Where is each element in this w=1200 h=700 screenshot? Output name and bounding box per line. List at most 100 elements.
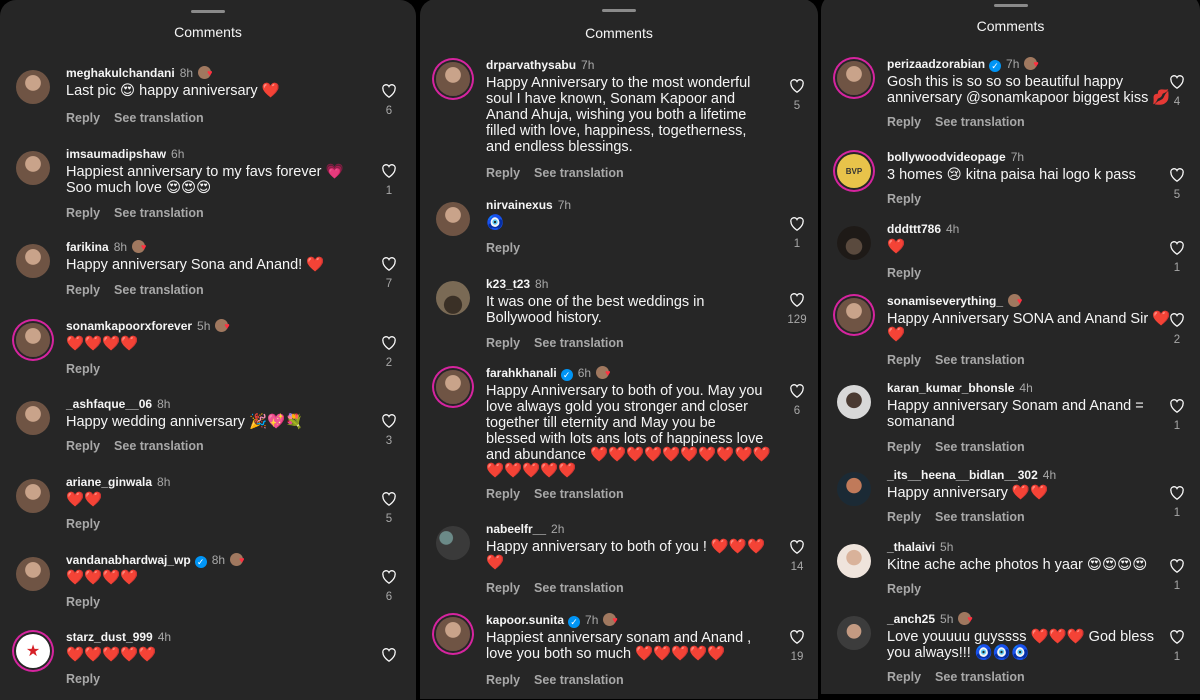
reply-button[interactable]: Reply <box>887 510 921 524</box>
avatar[interactable] <box>16 479 50 513</box>
like-button[interactable]: 1 <box>1165 485 1189 519</box>
avatar[interactable] <box>436 202 470 236</box>
like-button[interactable]: 6 <box>377 569 401 603</box>
see-translation-button[interactable]: See translation <box>114 111 204 125</box>
see-translation-button[interactable]: See translation <box>534 673 624 687</box>
reply-button[interactable]: Reply <box>486 673 520 687</box>
username[interactable]: k23_t23 <box>486 277 530 291</box>
reply-button[interactable]: Reply <box>887 266 921 280</box>
reply-button[interactable]: Reply <box>486 487 520 501</box>
avatar[interactable] <box>837 616 871 650</box>
username[interactable]: _thalaivi <box>887 540 935 554</box>
see-translation-button[interactable]: See translation <box>935 115 1025 129</box>
username[interactable]: farikina <box>66 240 109 254</box>
like-button[interactable]: 14 <box>785 539 809 573</box>
username[interactable]: sonamiseverything_ <box>887 294 1003 308</box>
avatar[interactable] <box>16 401 50 435</box>
reply-button[interactable]: Reply <box>66 283 100 297</box>
avatar[interactable] <box>16 244 50 278</box>
reply-button[interactable]: Reply <box>887 582 921 596</box>
username[interactable]: dddttt786 <box>887 222 941 236</box>
username[interactable]: imsaumadipshaw <box>66 147 166 161</box>
reply-button[interactable]: Reply <box>887 115 921 129</box>
username[interactable]: karan_kumar_bhonsle <box>887 381 1014 395</box>
see-translation-button[interactable]: See translation <box>935 670 1025 684</box>
see-translation-button[interactable]: See translation <box>114 439 204 453</box>
avatar[interactable] <box>837 544 871 578</box>
avatar[interactable] <box>837 472 871 506</box>
like-button[interactable]: 5 <box>785 78 809 112</box>
reply-button[interactable]: Reply <box>66 595 100 609</box>
like-button[interactable] <box>377 647 401 662</box>
reply-button[interactable]: Reply <box>486 166 520 180</box>
avatar[interactable] <box>837 298 871 332</box>
username[interactable]: perizaadzorabian <box>887 57 985 71</box>
see-translation-button[interactable]: See translation <box>114 206 204 220</box>
username[interactable]: drparvathysabu <box>486 58 576 72</box>
like-button[interactable]: 1 <box>377 163 401 197</box>
reply-button[interactable]: Reply <box>486 241 520 255</box>
username[interactable]: _anch25 <box>887 612 935 626</box>
like-button[interactable]: 1 <box>1165 629 1189 663</box>
like-button[interactable]: 1 <box>1165 240 1189 274</box>
avatar[interactable] <box>837 61 871 95</box>
username[interactable]: sonamkapoorxforever <box>66 319 192 333</box>
like-button[interactable]: 7 <box>377 256 401 290</box>
username[interactable]: meghakulchandani <box>66 66 175 80</box>
avatar[interactable] <box>436 62 470 96</box>
see-translation-button[interactable]: See translation <box>935 510 1025 524</box>
reply-button[interactable]: Reply <box>486 581 520 595</box>
like-button[interactable]: 1 <box>1165 558 1189 592</box>
like-button[interactable]: 19 <box>785 629 809 663</box>
see-translation-button[interactable]: See translation <box>534 581 624 595</box>
avatar[interactable] <box>16 557 50 591</box>
see-translation-button[interactable]: See translation <box>935 353 1025 367</box>
reply-button[interactable]: Reply <box>66 111 100 125</box>
username[interactable]: nabeelfr__ <box>486 522 546 536</box>
like-button[interactable]: 129 <box>785 292 809 326</box>
avatar[interactable] <box>16 151 50 185</box>
reply-button[interactable]: Reply <box>66 206 100 220</box>
reply-button[interactable]: Reply <box>486 336 520 350</box>
like-button[interactable]: 5 <box>1165 167 1189 201</box>
avatar[interactable] <box>436 370 470 404</box>
like-button[interactable]: 6 <box>377 83 401 117</box>
avatar[interactable]: ★ <box>16 634 50 668</box>
reply-button[interactable]: Reply <box>66 439 100 453</box>
reply-button[interactable]: Reply <box>887 353 921 367</box>
like-button[interactable]: 6 <box>785 383 809 417</box>
reply-button[interactable]: Reply <box>66 517 100 531</box>
avatar[interactable] <box>436 281 470 315</box>
drag-handle[interactable] <box>993 4 1028 7</box>
see-translation-button[interactable]: See translation <box>534 166 624 180</box>
username[interactable]: bollywoodvideopage <box>887 150 1006 164</box>
see-translation-button[interactable]: See translation <box>534 336 624 350</box>
username[interactable]: _its__heena__bidlan__302 <box>887 468 1038 482</box>
see-translation-button[interactable]: See translation <box>534 487 624 501</box>
drag-handle[interactable] <box>191 10 225 13</box>
like-button[interactable]: 2 <box>377 335 401 369</box>
avatar[interactable] <box>436 526 470 560</box>
avatar[interactable] <box>837 385 871 419</box>
like-button[interactable]: 1 <box>785 216 809 250</box>
reply-button[interactable]: Reply <box>66 362 100 376</box>
username[interactable]: _ashfaque__06 <box>66 397 152 411</box>
like-button[interactable]: 1 <box>1165 398 1189 432</box>
avatar[interactable]: BVP <box>837 154 871 188</box>
like-button[interactable]: 5 <box>377 491 401 525</box>
avatar[interactable] <box>16 323 50 357</box>
username[interactable]: kapoor.sunita <box>486 613 564 627</box>
like-button[interactable]: 2 <box>1165 312 1189 346</box>
like-button[interactable]: 4 <box>1165 74 1189 108</box>
like-button[interactable]: 3 <box>377 413 401 447</box>
username[interactable]: nirvainexus <box>486 198 553 212</box>
username[interactable]: vandanabhardwaj_wp <box>66 553 191 567</box>
avatar[interactable] <box>837 226 871 260</box>
username[interactable]: starz_dust_999 <box>66 630 153 644</box>
username[interactable]: farahkhanali <box>486 366 557 380</box>
reply-button[interactable]: Reply <box>887 440 921 454</box>
see-translation-button[interactable]: See translation <box>114 283 204 297</box>
drag-handle[interactable] <box>602 9 636 12</box>
reply-button[interactable]: Reply <box>887 670 921 684</box>
username[interactable]: ariane_ginwala <box>66 475 152 489</box>
